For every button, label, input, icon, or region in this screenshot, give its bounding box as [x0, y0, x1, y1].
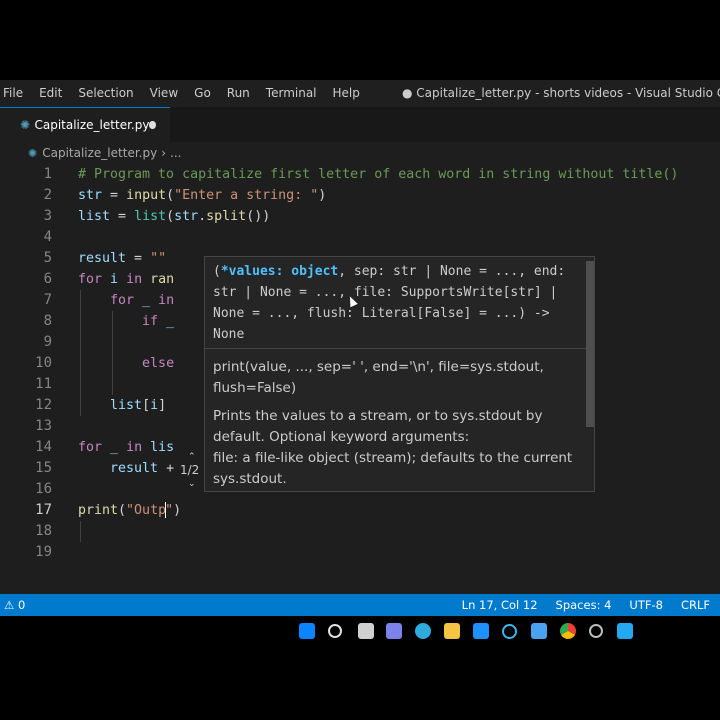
code-line: 1 # Program to capitalize first letter o…	[0, 164, 720, 185]
teams-chat-icon[interactable]	[386, 623, 402, 639]
code-line: 3 list = list(str.split())	[0, 206, 720, 227]
vscode-icon[interactable]	[617, 623, 633, 639]
line-number: 6	[43, 271, 52, 287]
line-number: 5	[43, 250, 52, 266]
settings-icon[interactable]	[589, 624, 603, 638]
menu-go[interactable]: Go	[186, 80, 219, 107]
line-number: 15	[35, 460, 52, 476]
encoding[interactable]: UTF-8	[629, 594, 663, 616]
python-file-icon: ✺	[28, 146, 38, 160]
breadcrumb: ✺ Capitalize_letter.py › ...	[28, 142, 181, 164]
chevron-down-icon[interactable]: ⌄	[188, 479, 196, 489]
line-number: 12	[35, 397, 52, 413]
unsaved-dot-icon[interactable]	[149, 121, 156, 129]
line-number: 9	[43, 334, 52, 350]
window-title: ● Capitalize_letter.py - shorts videos -…	[402, 86, 720, 100]
active-parameter: *values: object	[220, 264, 339, 279]
code-text: list = list(str.split())	[78, 209, 271, 224]
code-line: 18	[0, 521, 720, 542]
menu-selection[interactable]: Selection	[70, 80, 141, 107]
code-text: if _	[142, 314, 175, 329]
problems-count: 0	[17, 598, 26, 612]
problems-indicator[interactable]: ⚠ 0	[4, 594, 25, 616]
code-text: str = input("Enter a string: ")	[78, 188, 327, 203]
line-number: 14	[35, 439, 52, 455]
code-text: print("Outp")	[78, 502, 182, 518]
indentation[interactable]: Spaces: 4	[556, 594, 612, 616]
line-number: 13	[35, 418, 52, 434]
code-text: list[i]	[110, 398, 167, 413]
line-number: 19	[35, 544, 52, 560]
menu-terminal[interactable]: Terminal	[258, 80, 325, 107]
chevron-up-icon[interactable]: ⌃	[188, 452, 196, 462]
line-number: 3	[43, 208, 52, 224]
overload-navigator: ⌃ 1/2 ⌄	[180, 452, 208, 489]
code-line: 4	[0, 227, 720, 248]
code-text: result +	[110, 461, 175, 476]
line-number: 1	[43, 166, 52, 182]
popup-scrollbar[interactable]	[586, 261, 594, 427]
edge-icon[interactable]	[415, 623, 431, 639]
signature-help-popup: (*values: object, sep: str | None = ...,…	[204, 256, 595, 492]
menu-run[interactable]: Run	[219, 80, 258, 107]
code-text: result = ""	[78, 251, 167, 266]
file-explorer-icon[interactable]	[444, 623, 460, 639]
line-number: 10	[35, 355, 52, 371]
code-text: # Program to capitalize first letter of …	[78, 167, 679, 182]
mail-icon[interactable]	[473, 623, 489, 639]
line-number: 8	[43, 313, 52, 329]
overload-counter: 1/2	[180, 463, 200, 477]
status-bar: ⚠ 0 Ln 17, Col 12 Spaces: 4 UTF-8 CRLF	[0, 594, 720, 616]
task-view-icon[interactable]	[358, 623, 374, 639]
store-icon[interactable]	[531, 623, 547, 639]
code-line-active: 17 print("Outp")	[0, 500, 720, 521]
menu-edit[interactable]: Edit	[31, 80, 70, 107]
tab-label: Capitalize_letter.py	[34, 118, 150, 132]
tab-capitalize-letter[interactable]: ✺ Capitalize_letter.py	[0, 107, 170, 142]
code-line: 19	[0, 542, 720, 563]
line-ending[interactable]: CRLF	[681, 594, 710, 616]
code-text: for i in ran	[78, 272, 175, 287]
taskbar	[0, 616, 720, 646]
code-line: 2 str = input("Enter a string: ")	[0, 185, 720, 206]
code-text: for _ in	[110, 293, 175, 308]
python-file-icon: ✺	[20, 118, 31, 132]
doc-param: file: a file-like object (stream); defau…	[213, 450, 573, 487]
menu-view[interactable]: View	[142, 80, 186, 107]
chrome-icon[interactable]	[560, 623, 576, 639]
breadcrumb-file[interactable]: Capitalize_letter.py	[42, 146, 157, 160]
line-number: 17	[35, 502, 52, 518]
signature-text: (*values: object, sep: str | None = ...,…	[213, 264, 566, 342]
doc-signature: print(value, ..., sep=' ', end='\n', fil…	[213, 359, 544, 396]
cursor-position[interactable]: Ln 17, Col 12	[462, 594, 538, 616]
doc-description: Prints the values to a stream, or to sys…	[213, 408, 573, 487]
menu-file[interactable]: File	[0, 80, 31, 107]
line-number: 4	[43, 229, 52, 245]
code-text: for _ in lis	[78, 440, 175, 455]
line-number: 7	[43, 292, 52, 308]
cortana-icon[interactable]	[502, 624, 517, 639]
code-text: else	[142, 356, 175, 371]
line-number: 18	[35, 523, 52, 539]
tab-bar: ✺ Capitalize_letter.py	[0, 107, 720, 142]
breadcrumb-more[interactable]: ...	[170, 146, 181, 160]
search-icon[interactable]	[328, 624, 342, 638]
menu-help[interactable]: Help	[325, 80, 368, 107]
divider	[205, 348, 594, 349]
line-number: 16	[35, 481, 52, 497]
windows-start-icon[interactable]	[299, 623, 315, 639]
line-number: 11	[35, 376, 52, 392]
menu-bar: File Edit Selection View Go Run Terminal…	[0, 80, 720, 107]
chevron-right-icon: ›	[161, 146, 166, 160]
line-number: 2	[43, 187, 52, 203]
